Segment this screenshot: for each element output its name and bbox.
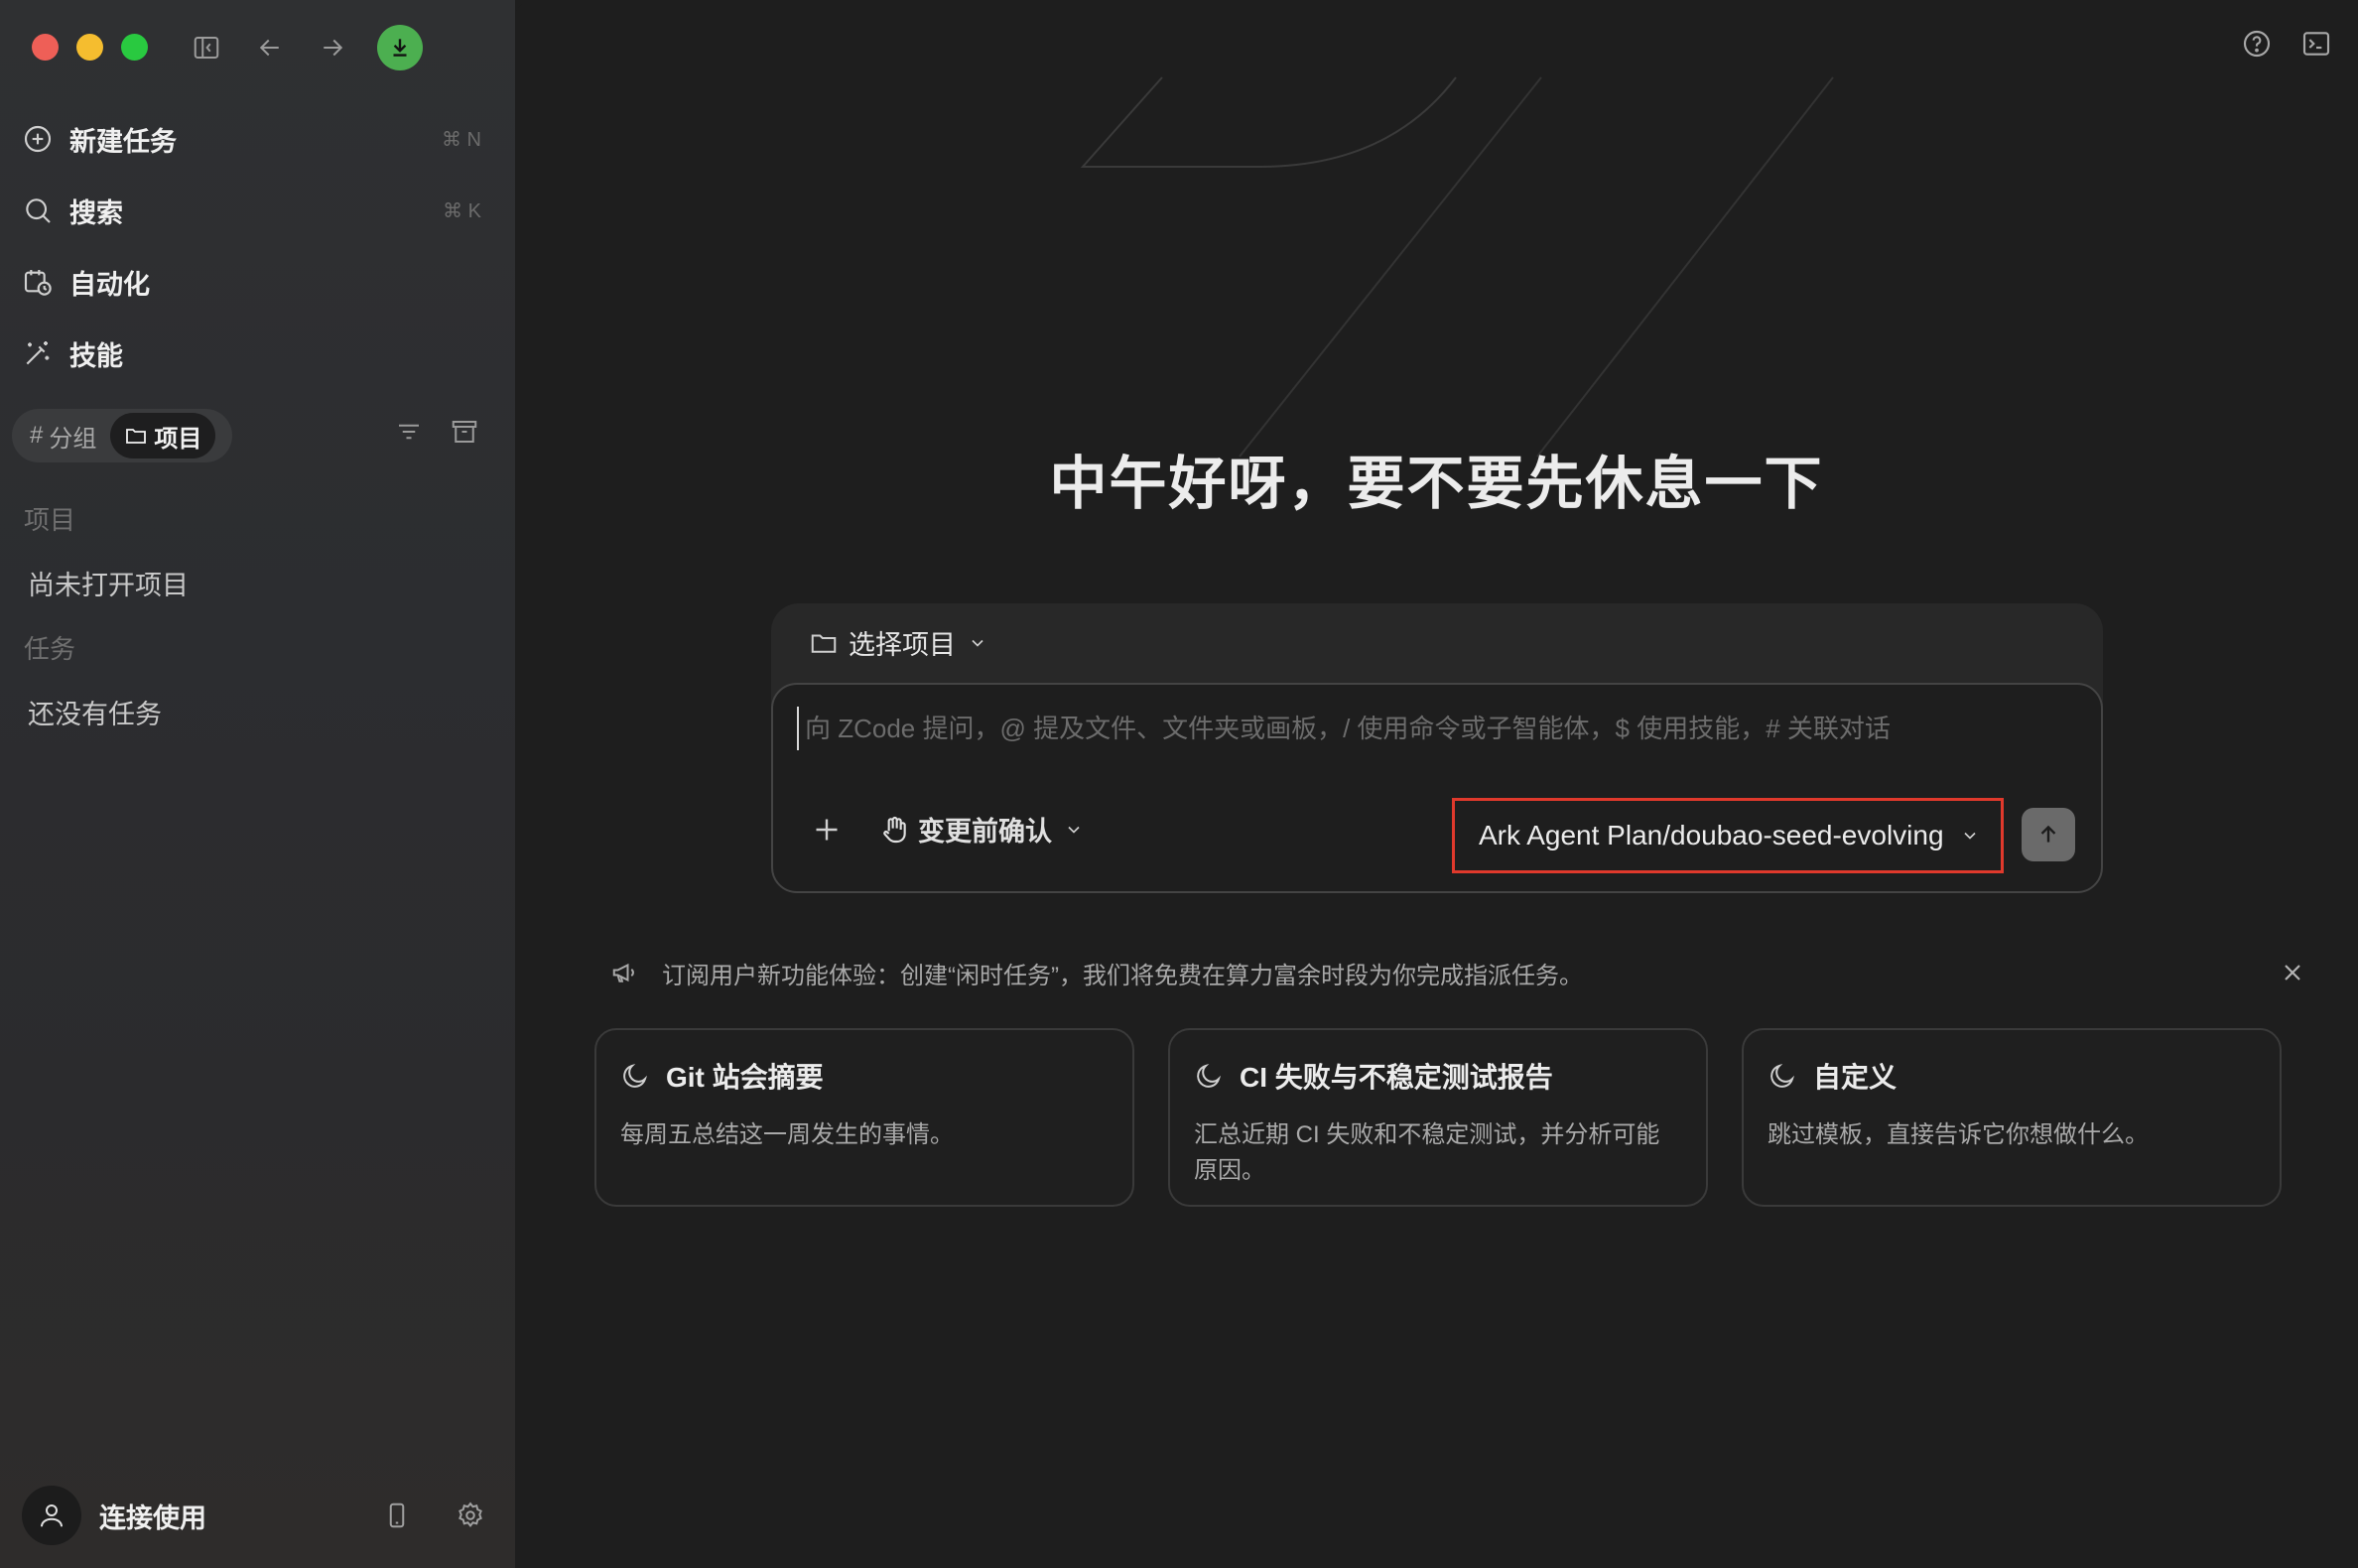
template-card-title-row: Git 站会摘要 [620, 1056, 1109, 1096]
template-card-title: 自定义 [1813, 1062, 1898, 1093]
composer: 选择项目 变更前确认 Ark Agent Plan/doubao-seed-ev… [771, 603, 2103, 893]
list-tools [394, 417, 479, 447]
confirm-mode-label: 变更前确认 [918, 817, 1052, 847]
chevron-down-icon [1068, 826, 1080, 834]
close-icon[interactable] [2279, 959, 2306, 986]
template-card-ci-report[interactable]: CI 失败与不稳定测试报告 汇总近期 CI 失败和不稳定测试，并分析可能原因。 [1168, 1028, 1708, 1207]
add-attachment-icon[interactable] [809, 812, 845, 848]
announcement-text: 订阅用户新功能体验：创建“闲时任务”，我们将免费在算力富余时段为你完成指派任务。 [662, 962, 1583, 989]
download-update-button[interactable] [377, 25, 423, 70]
nav-skills-label: 技能 [69, 340, 123, 371]
template-card-title-row: 自定义 [1768, 1056, 2256, 1096]
moon-icon [623, 1063, 648, 1088]
search-shortcut: ⌘ K [443, 199, 481, 222]
forward-arrow-icon[interactable] [315, 30, 350, 65]
send-button[interactable] [2022, 808, 2075, 861]
segment-group-label: 分组 [49, 425, 97, 453]
model-select-label: Ark Agent Plan/doubao-seed-evolving [1479, 820, 1944, 850]
terminal-icon[interactable] [2300, 28, 2332, 60]
nav-search-label: 搜索 [69, 197, 123, 228]
prompt-input[interactable] [797, 707, 2077, 750]
group-project-segment: # 分组 项目 [12, 409, 232, 462]
tasks-empty-text: 还没有任务 [28, 700, 162, 729]
gear-icon[interactable] [456, 1501, 485, 1530]
close-window-button[interactable] [32, 34, 59, 61]
nav-automation-label: 自动化 [69, 269, 150, 300]
nav-new-task-label: 新建任务 [69, 126, 177, 157]
main-panel: 中午好呀，要不要先休息一下 选择项目 变更前确认 Ark Agent Plan/… [515, 0, 2358, 1568]
new-task-shortcut: ⌘ N [442, 128, 481, 151]
nav-automation[interactable]: 自动化 [22, 254, 481, 310]
chevron-down-icon [972, 639, 983, 647]
template-card-title-row: CI 失败与不稳定测试报告 [1194, 1056, 1682, 1096]
template-card-git-standup[interactable]: Git 站会摘要 每周五总结这一周发生的事情。 [594, 1028, 1134, 1207]
folder-icon [126, 429, 147, 444]
projects-heading: 项目 [24, 505, 76, 535]
magic-wand-icon [26, 341, 50, 365]
minimize-window-button[interactable] [76, 34, 103, 61]
user-tools [382, 1501, 485, 1530]
calendar-clock-icon [24, 270, 52, 296]
segment-group-button[interactable]: # 分组 [16, 413, 110, 458]
greeting-title: 中午好呀，要不要先休息一下 [1049, 452, 1824, 516]
hand-icon [883, 816, 906, 843]
segment-project-button[interactable]: 项目 [110, 413, 216, 458]
moon-icon [1197, 1063, 1222, 1088]
archive-icon[interactable] [450, 417, 479, 447]
mobile-device-icon[interactable] [382, 1501, 412, 1530]
model-select-dropdown[interactable]: Ark Agent Plan/doubao-seed-evolving [1452, 798, 2004, 873]
template-card-title: Git 站会摘要 [666, 1062, 824, 1093]
avatar[interactable] [22, 1486, 81, 1545]
template-card-custom[interactable]: 自定义 跳过模板，直接告诉它你想做什么。 [1742, 1028, 2282, 1207]
user-row: 连接使用 [22, 1485, 485, 1546]
tasks-heading: 任务 [24, 634, 76, 664]
template-card-desc: 汇总近期 CI 失败和不稳定测试，并分析可能原因。 [1194, 1121, 1660, 1184]
nav-skills[interactable]: 技能 [22, 326, 481, 381]
template-card-title: CI 失败与不稳定测试报告 [1240, 1062, 1553, 1093]
folder-icon [811, 634, 837, 653]
arrow-up-icon [2040, 825, 2056, 843]
nav-search[interactable]: 搜索 ⌘ K [22, 183, 481, 238]
filter-icon[interactable] [394, 417, 424, 447]
plus-circle-icon [24, 125, 52, 153]
top-right-tools [2241, 28, 2332, 60]
nav-new-task[interactable]: 新建任务 ⌘ N [22, 111, 481, 167]
connect-label[interactable]: 连接使用 [99, 1497, 206, 1535]
toggle-sidebar-icon[interactable] [189, 30, 224, 65]
sidebar: 新建任务 ⌘ N 搜索 ⌘ K 自动化 技能 # 分组 项目 项目 尚未打开项目… [0, 0, 515, 1568]
chevron-down-icon [1963, 832, 1976, 840]
template-card-desc: 跳过模板，直接告诉它你想做什么。 [1768, 1121, 2149, 1148]
template-cards: Git 站会摘要 每周五总结这一周发生的事情。 CI 失败与不稳定测试报告 汇总… [594, 1028, 2282, 1207]
confirm-mode-dropdown[interactable]: 变更前确认 [878, 810, 1092, 849]
megaphone-icon [612, 963, 634, 982]
announcement-bar: 订阅用户新功能体验：创建“闲时任务”，我们将免费在算力富余时段为你完成指派任务。 [610, 953, 2306, 992]
hash-icon: # [30, 422, 44, 449]
project-select-label: 选择项目 [849, 630, 956, 660]
template-card-desc: 每周五总结这一周发生的事情。 [620, 1121, 954, 1148]
download-icon [393, 39, 407, 57]
projects-empty-text: 尚未打开项目 [28, 571, 189, 600]
help-icon[interactable] [2241, 28, 2273, 60]
back-arrow-icon[interactable] [252, 30, 288, 65]
segment-project-label: 项目 [154, 425, 202, 453]
user-icon [41, 1504, 63, 1527]
prompt-box: 变更前确认 Ark Agent Plan/doubao-seed-evolvin… [771, 683, 2103, 893]
project-select-dropdown[interactable]: 选择项目 [809, 623, 997, 662]
search-icon [26, 198, 51, 223]
moon-icon [1770, 1063, 1795, 1088]
window-controls [32, 34, 148, 61]
zoom-window-button[interactable] [121, 34, 148, 61]
